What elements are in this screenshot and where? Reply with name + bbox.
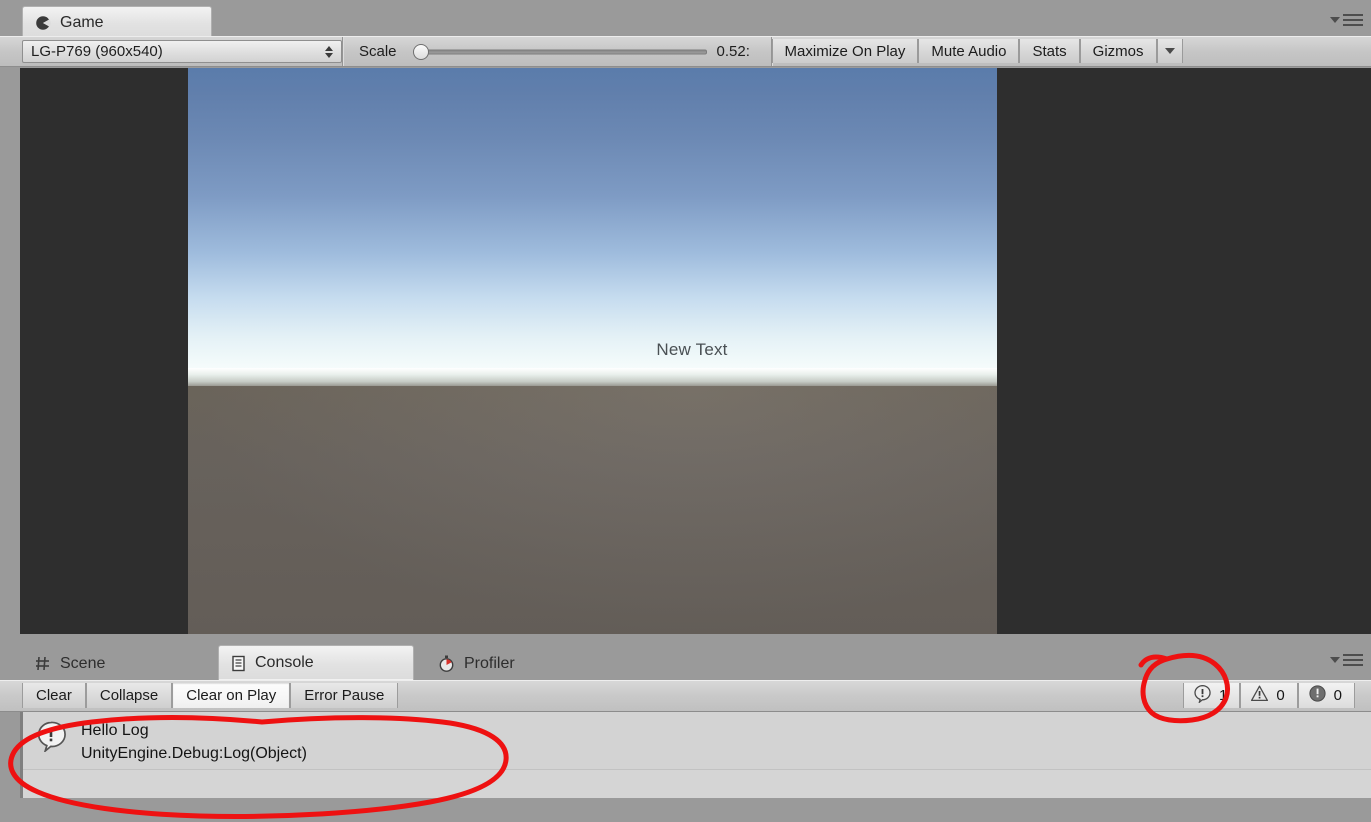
tab-game[interactable]: Game [22, 6, 212, 38]
clear-button[interactable]: Clear [22, 683, 86, 708]
scale-value: 0.52: [716, 43, 750, 60]
console-toolbar: Clear Collapse Clear on Play Error Pause… [0, 680, 1371, 712]
log-message: Hello Log [81, 722, 149, 739]
gizmos-button[interactable]: Gizmos [1079, 39, 1157, 63]
tab-console[interactable]: Console [218, 645, 414, 680]
info-counter-value: 1 [1218, 687, 1228, 704]
scale-slider-thumb[interactable] [412, 43, 429, 60]
scale-label: Scale [359, 43, 397, 60]
game-panel-menu-icon[interactable] [1330, 14, 1363, 26]
console-log-list[interactable]: Hello Log UnityEngine.Debug:Log(Object) [20, 712, 1371, 798]
error-circle-icon [1308, 684, 1327, 707]
tab-profiler-label: Profiler [464, 654, 515, 672]
scale-control-group: Scale 0.52: [343, 37, 771, 66]
log-stacktrace: UnityEngine.Debug:Log(Object) [81, 744, 307, 762]
scale-slider[interactable] [407, 42, 707, 62]
stats-button[interactable]: Stats [1019, 39, 1080, 63]
error-counter-value: 0 [1333, 687, 1342, 704]
hamburger-icon [1343, 654, 1363, 666]
chevron-down-icon [1330, 657, 1340, 663]
chevron-down-icon [1164, 48, 1175, 54]
warning-counter[interactable]: 0 [1240, 683, 1298, 708]
tab-scene[interactable]: Scene [22, 647, 212, 680]
console-panel: Scene Console Profiler Clear Collapse Cl… [0, 640, 1371, 822]
scale-slider-track [416, 49, 707, 54]
grid-hash-icon [34, 655, 51, 672]
tab-profiler[interactable]: Profiler [426, 647, 606, 680]
mute-audio-button[interactable]: Mute Audio [918, 39, 1020, 63]
tab-console-label: Console [255, 654, 314, 671]
error-counter[interactable]: 0 [1297, 683, 1355, 708]
tab-scene-label: Scene [60, 654, 106, 672]
chevron-down-icon [1330, 17, 1340, 23]
collapse-button[interactable]: Collapse [85, 683, 173, 708]
log-entry-row[interactable]: Hello Log UnityEngine.Debug:Log(Object) [23, 712, 1371, 770]
game-panel: Game LG-P769 (960x540) Scale 0.52: Maxim… [0, 0, 1371, 640]
resolution-dropdown-value: LG-P769 (960x540) [31, 43, 163, 60]
gizmos-dropdown-button[interactable] [1156, 39, 1183, 63]
game-tab-strip: Game [0, 0, 1371, 38]
warning-triangle-icon [1250, 684, 1269, 707]
info-bubble-icon [1193, 684, 1212, 707]
console-tab-strip: Scene Console Profiler [0, 640, 1371, 682]
console-panel-menu-icon[interactable] [1330, 654, 1363, 666]
clear-on-play-button[interactable]: Clear on Play [172, 683, 291, 708]
maximize-on-play-button[interactable]: Maximize On Play [771, 39, 919, 63]
unity-editor-window: Game LG-P769 (960x540) Scale 0.52: Maxim… [0, 0, 1371, 822]
game-toolbar: LG-P769 (960x540) Scale 0.52: Maximize O… [0, 36, 1371, 67]
tab-game-label: Game [60, 13, 104, 31]
warning-counter-value: 0 [1276, 687, 1285, 704]
resolution-dropdown[interactable]: LG-P769 (960x540) [22, 40, 342, 63]
info-counter[interactable]: 1 [1182, 683, 1241, 708]
stopwatch-icon [438, 655, 455, 672]
game-pacman-icon [35, 15, 51, 31]
document-list-icon [231, 655, 246, 672]
letterbox-left [20, 68, 188, 634]
log-entry-text: Hello Log UnityEngine.Debug:Log(Object) [81, 720, 307, 765]
game-view[interactable]: New Text [20, 68, 1371, 634]
info-bubble-icon [35, 720, 67, 757]
letterbox-right [997, 68, 1197, 634]
updown-arrows-icon [325, 45, 333, 58]
hamburger-icon [1343, 14, 1363, 26]
error-pause-button[interactable]: Error Pause [290, 683, 399, 708]
